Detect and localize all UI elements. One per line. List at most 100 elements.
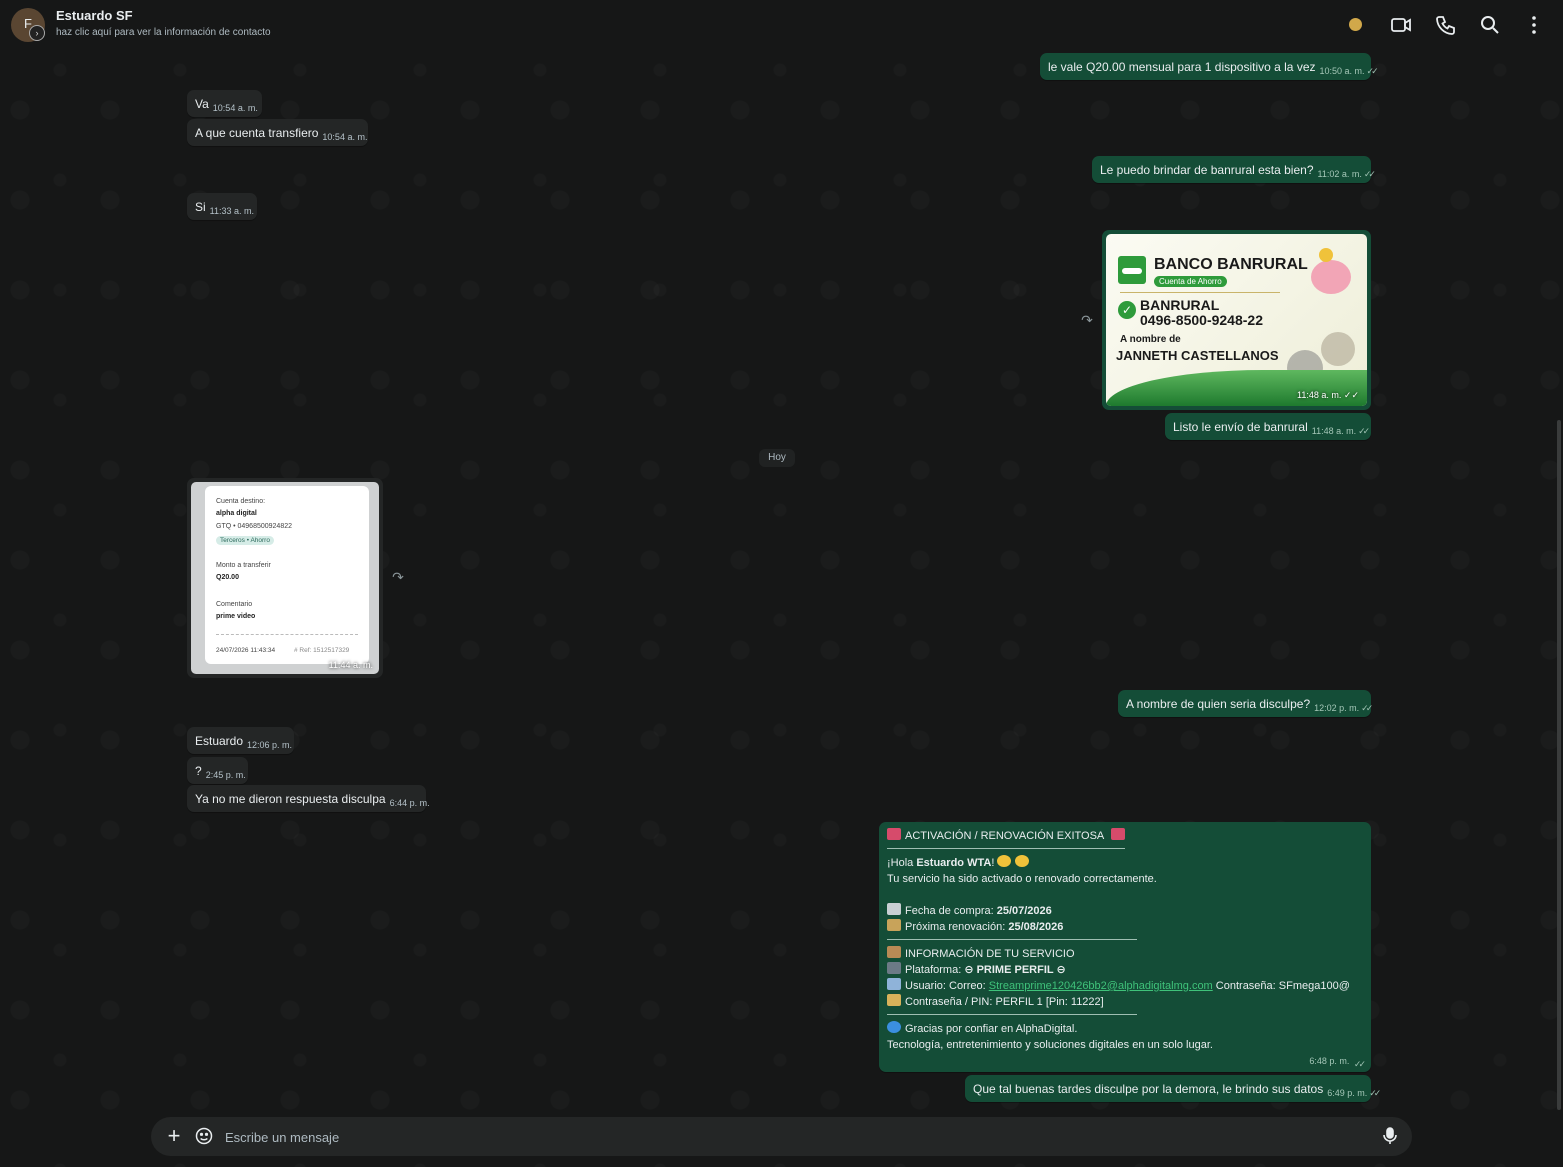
- message-input[interactable]: [223, 1124, 1377, 1150]
- contact-subtitle[interactable]: haz clic aquí para ver la información de…: [56, 27, 271, 38]
- message-time: 6:48 p. m. ✓✓: [1309, 1056, 1366, 1069]
- image-message-bank-account[interactable]: BANCO BANRURAL Cuenta de Ahorro ✓ BANRUR…: [1102, 230, 1371, 410]
- account-holder: JANNETH CASTELLANOS: [1116, 348, 1279, 363]
- message-outgoing[interactable]: Que tal buenas tardes disculpe por la de…: [965, 1075, 1381, 1102]
- read-ticks-icon: ✓✓: [1353, 1059, 1366, 1069]
- message-text: Le puedo brindar de banrural esta bien?: [1100, 163, 1314, 177]
- transfer-receipt-image[interactable]: Cuenta destino: alpha digital GTQ • 0496…: [191, 482, 379, 674]
- message-incoming[interactable]: Estuardo 12:06 p. m.: [187, 727, 294, 754]
- lock-key-icon: [887, 994, 901, 1006]
- message-outgoing[interactable]: A nombre de quien seria disculpe? 12:02 p…: [1118, 690, 1373, 717]
- ticket-icon: [1110, 828, 1125, 840]
- contact-name[interactable]: Estuardo SF: [56, 8, 133, 23]
- message-time: 11:48 a. m. ✓✓: [1297, 390, 1359, 400]
- voice-call-icon[interactable]: [1434, 13, 1458, 37]
- comentario-value: prime video: [216, 613, 256, 620]
- divider: [887, 1014, 1137, 1015]
- greeting-line: ¡Hola Estuardo WTA!: [887, 855, 1363, 871]
- sticker-icon[interactable]: [194, 1126, 214, 1146]
- comentario-label: Comentario: [216, 601, 253, 608]
- status-dot-icon[interactable]: [1349, 18, 1362, 31]
- divider: [887, 848, 1125, 849]
- message-text: A que cuenta transfiero: [195, 126, 319, 140]
- monto-label: Monto a transferir: [216, 562, 271, 569]
- message-incoming[interactable]: Va 10:54 a. m.: [187, 90, 262, 117]
- tagline: Tecnología, entretenimiento y soluciones…: [887, 1039, 1213, 1051]
- bank-title: BANCO BANRURAL: [1154, 256, 1308, 273]
- email-icon: [887, 978, 901, 990]
- clapper-icon: [887, 962, 901, 974]
- blue-heart-icon: [887, 1021, 901, 1033]
- message-text: ?: [195, 764, 202, 778]
- receipt-ref: # Ref: 1512517329: [294, 647, 350, 654]
- search-icon[interactable]: [1478, 13, 1502, 37]
- message-time: 11:02 a. m.: [1317, 169, 1362, 179]
- message-outgoing[interactable]: le vale Q20.00 mensual para 1 dispositiv…: [1040, 53, 1379, 80]
- account-type-pill: Terceros • Ahorro: [216, 536, 274, 545]
- banrural-logo-icon: [1118, 256, 1146, 284]
- user-line: Usuario: Correo: Streamprime120426bb2@al…: [887, 978, 1363, 994]
- message-time: 6:49 p. m.: [1327, 1088, 1368, 1098]
- receipt-date: 24/07/2026 11:43:34: [216, 647, 276, 654]
- message-outgoing[interactable]: Le puedo brindar de banrural esta bien? 1…: [1092, 156, 1376, 183]
- message-outgoing-activation[interactable]: ACTIVACIÓN / RENOVACIÓN EXITOSA ¡Hola Es…: [879, 822, 1371, 1072]
- coin-icon: [1319, 248, 1333, 262]
- message-composer[interactable]: +: [151, 1117, 1412, 1156]
- activation-title: ACTIVACIÓN / RENOVACIÓN EXITOSA: [887, 828, 1363, 844]
- chat-scrollbar[interactable]: [1557, 420, 1561, 1110]
- message-time: 12:06 p. m.: [247, 740, 293, 750]
- message-time: 10:54 a. m.: [212, 103, 258, 113]
- read-ticks-icon: ✓✓: [1363, 169, 1376, 179]
- cuenta-destino-value: alpha digital: [216, 510, 257, 517]
- message-incoming[interactable]: Ya no me dieron respuesta disculpa 6:44 p…: [187, 785, 430, 812]
- message-text: Si: [195, 200, 206, 214]
- package-icon: [887, 946, 901, 958]
- message-outgoing[interactable]: Listo le envío de banrural 11:48 a. m. ✓✓: [1165, 413, 1371, 440]
- calendar-icon: [887, 903, 901, 915]
- hourglass-icon: [887, 919, 901, 931]
- ticket-icon: [887, 828, 901, 840]
- read-ticks-icon: ✓✓: [1358, 426, 1370, 436]
- receipt-card: Cuenta destino: alpha digital GTQ • 0496…: [205, 486, 369, 664]
- video-call-icon[interactable]: [1389, 13, 1413, 37]
- mic-icon[interactable]: [1382, 1127, 1398, 1145]
- read-ticks-icon: ✓✓: [1361, 703, 1373, 713]
- piggy-bank-icon: [1311, 260, 1351, 294]
- monto-value: Q20.00: [216, 574, 239, 581]
- message-time: 10:50 a. m.: [1319, 66, 1365, 76]
- read-ticks-icon: ✓✓: [1366, 66, 1379, 76]
- message-incoming[interactable]: A que cuenta transfiero 10:54 a. m.: [187, 119, 368, 146]
- service-info-title: INFORMACIÓN DE TU SERVICIO: [887, 946, 1363, 962]
- message-incoming[interactable]: Si 11:33 a. m.: [187, 193, 257, 220]
- message-time: 2:45 p. m.: [205, 770, 246, 780]
- divider: [1120, 292, 1280, 293]
- image-message-receipt[interactable]: Cuenta destino: alpha digital GTQ • 0496…: [187, 478, 383, 678]
- message-incoming[interactable]: ? 2:45 p. m.: [187, 757, 248, 784]
- menu-icon[interactable]: [1522, 13, 1546, 37]
- message-text: Que tal buenas tardes disculpe por la de…: [973, 1082, 1324, 1096]
- email-link[interactable]: Streamprime120426bb2@alphadigitalmg.com: [989, 980, 1213, 992]
- message-time: 11:48 a. m.: [1311, 426, 1357, 436]
- message-text: Ya no me dieron respuesta disculpa: [195, 792, 386, 806]
- message-time: 12:02 p. m.: [1314, 703, 1360, 713]
- renewal-date-line: Próxima renovación: 25/08/2026: [887, 919, 1363, 935]
- message-time: 11:33 a. m.: [209, 206, 255, 216]
- cuenta-destino-label: Cuenta destino:: [216, 498, 266, 505]
- status-ring-icon: ›: [29, 25, 45, 41]
- forward-icon[interactable]: ↷: [1078, 312, 1096, 330]
- chat-header[interactable]: F › Estuardo SF haz clic aquí para ver l…: [0, 0, 1563, 50]
- message-time: 11:44 a. m.: [328, 660, 373, 670]
- platform-line: Plataforma: ⊖ PRIME PERFIL ⊖: [887, 962, 1363, 978]
- message-text: Va: [195, 97, 209, 111]
- divider: [216, 634, 358, 635]
- account-number: 0496-8500-9248-22: [1140, 312, 1263, 328]
- plus-icon[interactable]: +: [163, 1125, 185, 1147]
- divider: [887, 939, 1137, 940]
- account-type-tag: Cuenta de Ahorro: [1154, 276, 1227, 287]
- activation-message: Tu servicio ha sido activado o renovado …: [887, 873, 1157, 885]
- bank-account-image[interactable]: BANCO BANRURAL Cuenta de Ahorro ✓ BANRUR…: [1106, 234, 1367, 406]
- message-time: 6:44 p. m.: [389, 798, 430, 808]
- a-nombre-label: A nombre de: [1120, 334, 1181, 345]
- forward-icon[interactable]: ↷: [389, 569, 407, 587]
